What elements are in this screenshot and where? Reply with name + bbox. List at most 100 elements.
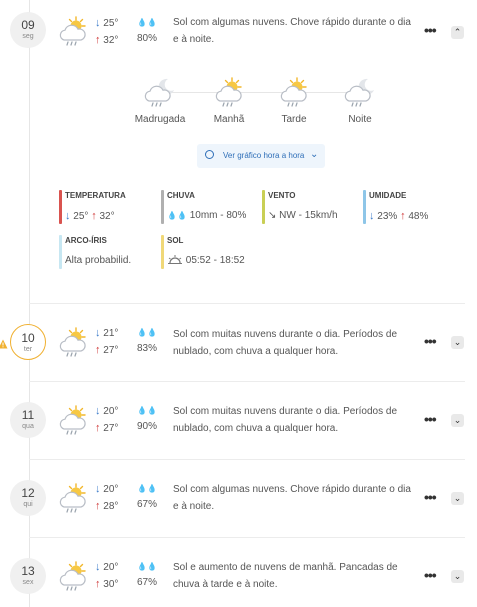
period-noite: Noite [330,76,390,125]
stat-title: UMIDADE [369,191,407,200]
rain-chance: 💧💧 67% [137,559,157,591]
clock-icon [205,150,214,159]
more-options-icon[interactable]: ••• [424,22,437,38]
date-badge: 12 qui [10,480,46,516]
chevron-down-icon: ⌄ [310,149,319,160]
wind-value: NW - 15km/h [279,210,338,221]
raindrops-icon: 💧💧 [137,406,157,415]
arrow-down-icon: ↓ [95,405,101,417]
row-divider [29,459,465,460]
temp-min: 25° [103,18,119,29]
date-number: 11 [21,408,35,422]
temperature-range: ↓ 20° ↑ 27° [95,403,118,437]
period-manha: Manhã [199,76,259,125]
chevron-down-icon[interactable]: ⌄ [451,570,464,583]
sun-cloud-rain-icon [59,405,86,435]
period-label: Tarde [281,114,307,125]
stat-color-bar [262,190,265,224]
arrow-down-icon: ↓ [95,483,101,495]
temp-min: 25° [73,211,89,222]
stat-chuva: CHUVA 💧💧 10mm - 80% [161,190,259,224]
wind-direction-icon: ↘ [268,210,277,221]
forecast-description: Sol com algumas nuvens. Chove rápido dur… [173,484,411,512]
humidity-max: 48% [408,211,429,222]
stat-title: ARCO-ÍRIS [65,236,107,245]
rain-percent: 67% [137,577,158,588]
period-tarde: Tarde [264,76,324,125]
rain-percent: 83% [137,343,158,354]
arrow-up-icon: ↑ [95,34,101,46]
moon-cloud-rain-icon [144,78,175,107]
sun-cloud-rain-icon [280,77,307,107]
arrow-down-icon: ↓ [95,17,101,29]
stat-umidade: UMIDADE ↓ 23% ↑ 48% [363,190,459,224]
temp-min: 20° [103,406,119,417]
rain-chance: 💧💧 90% [137,403,157,435]
stat-value: 💧💧 10mm - 80% [167,210,259,221]
temperature-range: ↓ 25° ↑ 32° [95,15,118,49]
rain-amount: 10mm - 80% [189,210,247,221]
date-weekday: qua [22,423,34,430]
raindrops-icon: 💧💧 [137,484,157,493]
date-number: 10 [21,331,35,345]
more-options-icon[interactable]: ••• [424,411,437,427]
rain-percent: 90% [137,421,158,432]
stat-title: TEMPERATURA [65,191,126,200]
rain-percent: 67% [137,499,158,510]
more-options-icon[interactable]: ••• [424,489,437,505]
date-badge: 11 qua [10,402,46,438]
chevron-down-icon[interactable]: ⌄ [451,336,464,349]
arrow-down-icon: ↓ [65,210,71,222]
temp-min: 21° [103,328,119,339]
period-label: Noite [348,114,372,125]
moon-cloud-rain-icon [344,78,375,107]
stat-title: CHUVA [167,191,195,200]
sun-times: 05:52 - 18:52 [185,255,245,266]
stat-title: VENTO [268,191,296,200]
arrow-up-icon: ↑ [95,344,101,356]
temp-max: 27° [103,345,119,356]
chevron-down-icon[interactable]: ⌄ [451,414,464,427]
hourly-chart-button[interactable]: Ver gráfico hora a hora ⌄ [197,144,325,168]
temp-max: 32° [99,211,115,222]
arrow-up-icon: ↑ [91,210,97,222]
forecast-description: Sol e aumento de nuvens de manhã. Pancad… [173,562,398,590]
sun-cloud-rain-icon [59,327,86,357]
row-divider [29,537,465,538]
temperature-range: ↓ 21° ↑ 27° [95,325,118,359]
stat-value: ↓ 25° ↑ 32° [65,210,155,222]
arrow-down-icon: ↓ [95,561,101,573]
rain-percent: 80% [137,33,158,44]
raindrops-icon: 💧💧 [167,211,187,220]
chevron-down-icon[interactable]: ⌄ [451,492,464,505]
stat-color-bar [363,190,366,224]
rain-chance: 💧💧 67% [137,481,157,513]
humidity-min: 23% [377,211,398,222]
more-options-icon[interactable]: ••• [424,333,437,349]
temp-min: 20° [103,484,119,495]
arrow-up-icon: ↑ [400,210,406,222]
date-badge: 09 seg [10,12,46,48]
stat-value: Alta probabilid. [65,255,132,266]
chevron-up-icon[interactable]: ⌃ [451,26,464,39]
row-divider [29,303,465,304]
date-weekday: ter [23,346,33,353]
forecast-description: Sol com muitas nuvens durante o dia. Per… [173,406,398,434]
forecast-description: Sol com algumas nuvens. Chove rápido dur… [173,17,411,45]
rain-chance: 💧💧 80% [137,15,157,47]
period-madrugada: Madrugada [130,76,190,125]
date-number: 09 [21,18,35,32]
temp-max: 32° [103,35,119,46]
date-number: 13 [21,564,35,578]
rain-chance: 💧💧 83% [137,325,157,357]
arrow-up-icon: ↑ [95,422,101,434]
hourly-chart-label: Ver gráfico hora a hora [223,151,305,160]
stat-color-bar [161,190,164,224]
more-options-icon[interactable]: ••• [424,567,437,583]
stat-arco-iris: ARCO-ÍRIS Alta probabilid. [59,235,157,269]
sun-cloud-rain-icon [59,561,86,591]
stat-title: SOL [167,236,184,245]
arrow-down-icon: ↓ [95,327,101,339]
stat-value: ↓ 23% ↑ 48% [369,210,459,222]
temperature-range: ↓ 20° ↑ 30° [95,559,118,593]
